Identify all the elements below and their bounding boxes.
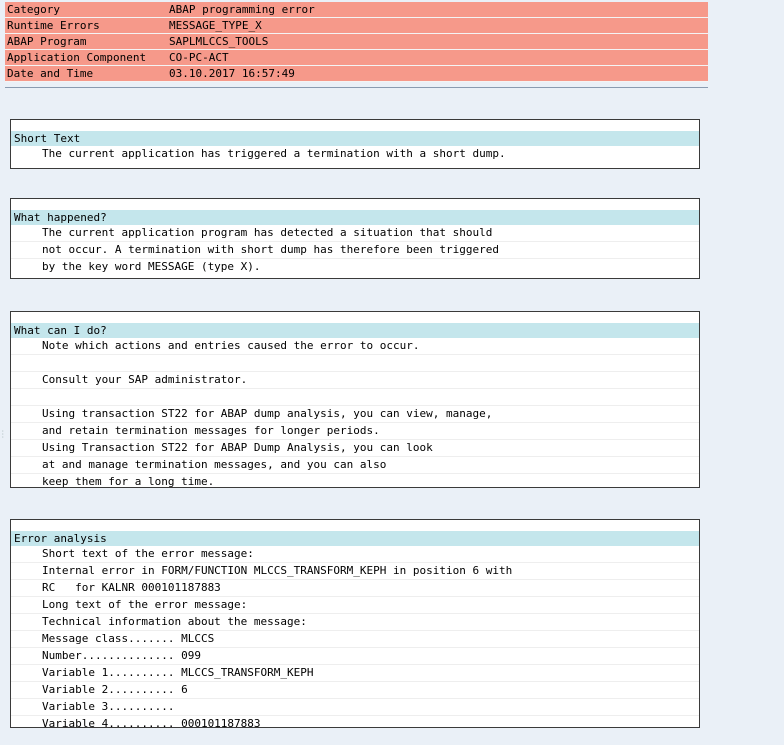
header-label: Runtime Errors xyxy=(7,19,100,32)
section-error-analysis: Error analysis Short text of the error m… xyxy=(10,519,700,730)
section-line: Variable 1.......... MLCCS_TRANSFORM_KEP… xyxy=(11,665,699,682)
header-label: Date and Time xyxy=(7,67,94,80)
header-value: MESSAGE_TYPE_X xyxy=(169,19,262,32)
section-line: Consult your SAP administrator. xyxy=(11,372,699,389)
section-line: The current application program has dete… xyxy=(11,225,699,242)
header-row-date-time: Date and Time 03.10.2017 16:57:49 xyxy=(5,66,708,82)
header-row-application-component: Application Component CO-PC-ACT xyxy=(5,50,708,66)
section-line: Variable 2.......... 6 xyxy=(11,682,699,699)
header-value: CO-PC-ACT xyxy=(169,51,229,64)
section-line: Technical information about the message: xyxy=(11,614,699,631)
section-line: not occur. A termination with short dump… xyxy=(11,242,699,259)
section-title: What happened? xyxy=(11,210,699,225)
header-label: Application Component xyxy=(7,51,147,64)
section-line: and retain termination messages for long… xyxy=(11,423,699,440)
section-line: Long text of the error message: xyxy=(11,597,699,614)
section-line: Using transaction ST22 for ABAP dump ana… xyxy=(11,406,699,423)
header-value: SAPLMLCCS_TOOLS xyxy=(169,35,269,48)
header-label: Category xyxy=(7,3,60,16)
header-label: ABAP Program xyxy=(7,35,87,48)
section-line: Using Transaction ST22 for ABAP Dump Ana… xyxy=(11,440,699,457)
section-line: Internal error in FORM/FUNCTION MLCCS_TR… xyxy=(11,563,699,580)
left-edge-marker: · · · xyxy=(1,428,5,441)
section-what-happened: What happened? The current application p… xyxy=(10,198,700,279)
section-what-can-i-do: What can I do? Note which actions and en… xyxy=(10,311,700,488)
section-line: Short text of the error message: xyxy=(11,546,699,563)
section-line: RC for KALNR 000101187883 xyxy=(11,580,699,597)
section-title: Error analysis xyxy=(11,531,699,546)
header-row-category: Category ABAP programming error xyxy=(5,2,708,18)
section-line xyxy=(11,355,699,372)
section-line: Variable 3.......... xyxy=(11,699,699,716)
section-line: Note which actions and entries caused th… xyxy=(11,338,699,355)
section-line: Number.............. 099 xyxy=(11,648,699,665)
header-divider xyxy=(5,87,708,88)
section-line: keep them for a long time. xyxy=(42,475,215,488)
section-line: The current application has triggered a … xyxy=(42,147,506,160)
section-line: by the key word MESSAGE (type X). xyxy=(42,260,261,273)
header-row-runtime-errors: Runtime Errors MESSAGE_TYPE_X xyxy=(5,18,708,34)
section-title: Short Text xyxy=(11,131,699,146)
header-value: ABAP programming error xyxy=(169,3,315,16)
section-line: Variable 4.......... 000101187883 xyxy=(42,717,261,730)
section-title: What can I do? xyxy=(11,323,699,338)
header-value: 03.10.2017 16:57:49 xyxy=(169,67,295,80)
section-line: at and manage termination messages, and … xyxy=(11,457,699,474)
section-line: Message class....... MLCCS xyxy=(11,631,699,648)
section-line xyxy=(11,389,699,406)
dump-header-table: Category ABAP programming error Runtime … xyxy=(5,2,708,82)
header-row-abap-program: ABAP Program SAPLMLCCS_TOOLS xyxy=(5,34,708,50)
section-short-text: Short Text The current application has t… xyxy=(10,119,700,169)
